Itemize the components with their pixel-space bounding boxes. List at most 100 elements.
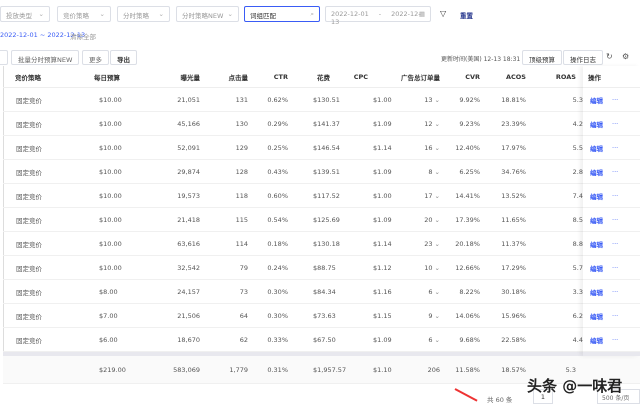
impressions: 63,616 <box>177 239 200 248</box>
roas: 5.7 <box>572 263 583 272</box>
filter-icon[interactable]: ▽ <box>440 9 446 18</box>
impressions: 21,506 <box>177 311 200 320</box>
clicks: 129 <box>235 143 248 152</box>
col-clicks[interactable]: 点击量 <box>229 72 249 82</box>
col-cvr[interactable]: CVR <box>465 73 480 81</box>
spend: $73.63 <box>313 311 336 320</box>
bid-strategy: 固定竞价 <box>16 120 42 129</box>
cvr: 9.23% <box>459 119 480 128</box>
col-orders[interactable]: 广告总订单量 <box>401 72 440 82</box>
daily-budget: $10.00 <box>99 263 122 272</box>
total-spend: $1,957.57 <box>313 365 347 374</box>
cpc: $1.09 <box>373 335 392 344</box>
top-budget-button[interactable]: 顶级预算 <box>522 50 562 65</box>
col-daily-budget[interactable]: 每日预算 <box>94 72 120 82</box>
col-cpc[interactable]: CPC <box>354 73 368 81</box>
cpc: $1.16 <box>373 287 392 296</box>
orders-dropdown[interactable]: 20 ⌄ <box>424 216 440 224</box>
gear-icon[interactable]: ⚙ <box>622 52 629 61</box>
orders-dropdown[interactable]: 12 ⌄ <box>424 120 440 128</box>
total-impressions: 583,069 <box>173 365 200 374</box>
impressions: 24,157 <box>177 287 200 296</box>
orders-dropdown[interactable]: 16 ⌄ <box>424 144 440 152</box>
col-spend[interactable]: 花费 <box>317 72 330 82</box>
bid-strategy-select[interactable]: 竞价策略 ⌄ <box>57 6 111 22</box>
table-row: 固定竞价 $10.00 63,616 114 0.18% $130.18 $1.… <box>3 232 640 256</box>
daily-budget: $7.00 <box>99 311 118 320</box>
clicks: 118 <box>235 191 248 200</box>
table-row: 固定竞价 $10.00 19,573 118 0.60% $117.52 $1.… <box>3 184 640 208</box>
ctr: 0.33% <box>267 335 288 344</box>
col-roas[interactable]: ROAS <box>556 73 576 81</box>
col-acos[interactable]: ACOS <box>506 73 526 81</box>
orders-dropdown[interactable]: 6 ⌄ <box>428 336 440 344</box>
bid-strategy: 固定竞价 <box>16 216 42 225</box>
orders-dropdown[interactable]: 13 ⌄ <box>424 96 440 104</box>
more-button[interactable]: 更多 <box>82 50 109 65</box>
total-clicks: 1,779 <box>229 365 248 374</box>
ad-type-select[interactable]: 投放类型 ⌄ <box>0 6 50 22</box>
bid-strategy: 固定竞价 <box>16 144 42 153</box>
bid-strategy: 固定竞价 <box>16 192 42 201</box>
chevron-down-icon: ⌄ <box>158 10 164 18</box>
pagination-total: 共 60 条 <box>487 396 513 404</box>
ctr: 0.30% <box>267 311 288 320</box>
cpc: $1.00 <box>373 95 392 104</box>
watermark: 头条 @一味君 <box>527 377 623 395</box>
acos: 18.81% <box>501 95 526 104</box>
orders-dropdown[interactable]: 9 ⌄ <box>428 312 440 320</box>
col-ctr[interactable]: CTR <box>274 73 288 81</box>
export-button[interactable]: 导出 <box>110 50 137 65</box>
ctr: 0.43% <box>267 167 288 176</box>
partial-button[interactable] <box>0 50 8 65</box>
table-row: 固定竞价 $10.00 21,051 131 0.62% $130.51 $1.… <box>3 88 640 112</box>
ctr: 0.25% <box>267 143 288 152</box>
table-row: 固定竞价 $10.00 29,874 128 0.43% $139.51 $1.… <box>3 160 640 184</box>
select-label: 分时策略NEW <box>182 12 224 20</box>
impressions: 45,166 <box>177 119 200 128</box>
search-icon: ⌕ <box>310 10 314 18</box>
orders-dropdown[interactable]: 8 ⌄ <box>428 168 440 176</box>
cpc: $1.12 <box>373 263 392 272</box>
spend: $125.69 <box>313 215 340 224</box>
orders: 23 <box>424 239 433 248</box>
time-strategy-select[interactable]: 分时策略 ⌄ <box>117 6 170 22</box>
acos: 15.96% <box>501 311 526 320</box>
operation-log-button[interactable]: 操作日志 <box>563 50 603 65</box>
impressions: 29,874 <box>177 167 200 176</box>
chevron-down-icon: ⌄ <box>434 119 440 128</box>
orders-dropdown[interactable]: 17 ⌄ <box>424 192 440 200</box>
batch-time-budget-button[interactable]: 批量分时预算NEW <box>11 50 80 65</box>
refresh-icon[interactable]: ↻ <box>606 52 613 61</box>
clear-all-link[interactable]: 清除全部 <box>70 31 96 41</box>
select-label: 竞价策略 <box>63 12 89 20</box>
orders: 13 <box>424 95 433 104</box>
roas: 3.3 <box>572 287 583 296</box>
orders-dropdown[interactable]: 10 ⌄ <box>424 264 440 272</box>
table-header: 竞价策略 每日预算 曝光量 点击量 CTR 花费 CPC 广告总订单量 CVR … <box>3 66 640 88</box>
daily-budget: $10.00 <box>99 167 122 176</box>
clicks: 130 <box>235 119 248 128</box>
acos: 30.18% <box>501 287 526 296</box>
table-row: 固定竞价 $8.00 24,157 73 0.30% $84.34 $1.16 … <box>3 280 640 304</box>
clicks: 62 <box>239 335 248 344</box>
chevron-down-icon: ⌄ <box>434 311 440 320</box>
orders-dropdown[interactable]: 23 ⌄ <box>424 240 440 248</box>
table-row: 固定竞价 $7.00 21,506 64 0.30% $73.63 $1.15 … <box>3 304 640 328</box>
chevron-down-icon: ⌄ <box>434 263 440 272</box>
fixed-actions-column-shadow <box>583 66 640 356</box>
time-strategy-new-select[interactable]: 分时策略NEW ⌄ <box>176 6 239 22</box>
roas: 5.3 <box>572 95 583 104</box>
bid-strategy: 固定竞价 <box>16 264 42 273</box>
date-range-picker[interactable]: 2022-12-01-2022-12-13 ▦ <box>325 6 431 26</box>
search-input[interactable]: 词组匹配 ⌕ <box>244 6 320 22</box>
ctr: 0.18% <box>267 239 288 248</box>
total-ctr: 0.31% <box>267 365 288 374</box>
table-row: 固定竞价 $10.00 52,091 129 0.25% $146.54 $1.… <box>3 136 640 160</box>
orders-dropdown[interactable]: 6 ⌄ <box>428 288 440 296</box>
col-impressions[interactable]: 曝光量 <box>181 72 201 82</box>
reset-button[interactable]: 重置 <box>460 10 473 20</box>
cvr: 6.25% <box>459 167 480 176</box>
orders: 8 <box>428 167 433 176</box>
cvr: 14.06% <box>455 311 480 320</box>
